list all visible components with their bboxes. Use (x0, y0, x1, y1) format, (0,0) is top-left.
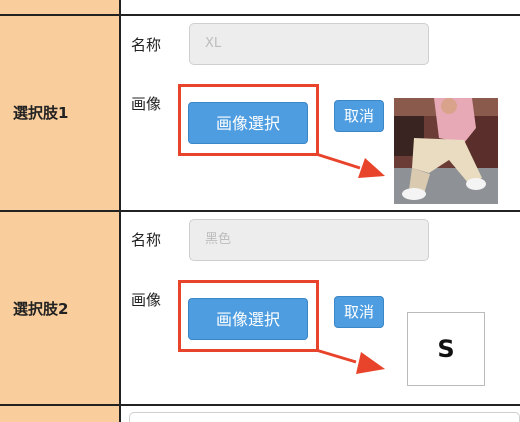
option-form: 選択肢1 名称 XL 画像 画像選択 取消 選択肢2 名称 黑色 画像 画像選択… (0, 0, 520, 422)
row2-arrow (315, 348, 385, 374)
row1-arrow (315, 152, 385, 178)
annotation-arrows (315, 152, 385, 374)
